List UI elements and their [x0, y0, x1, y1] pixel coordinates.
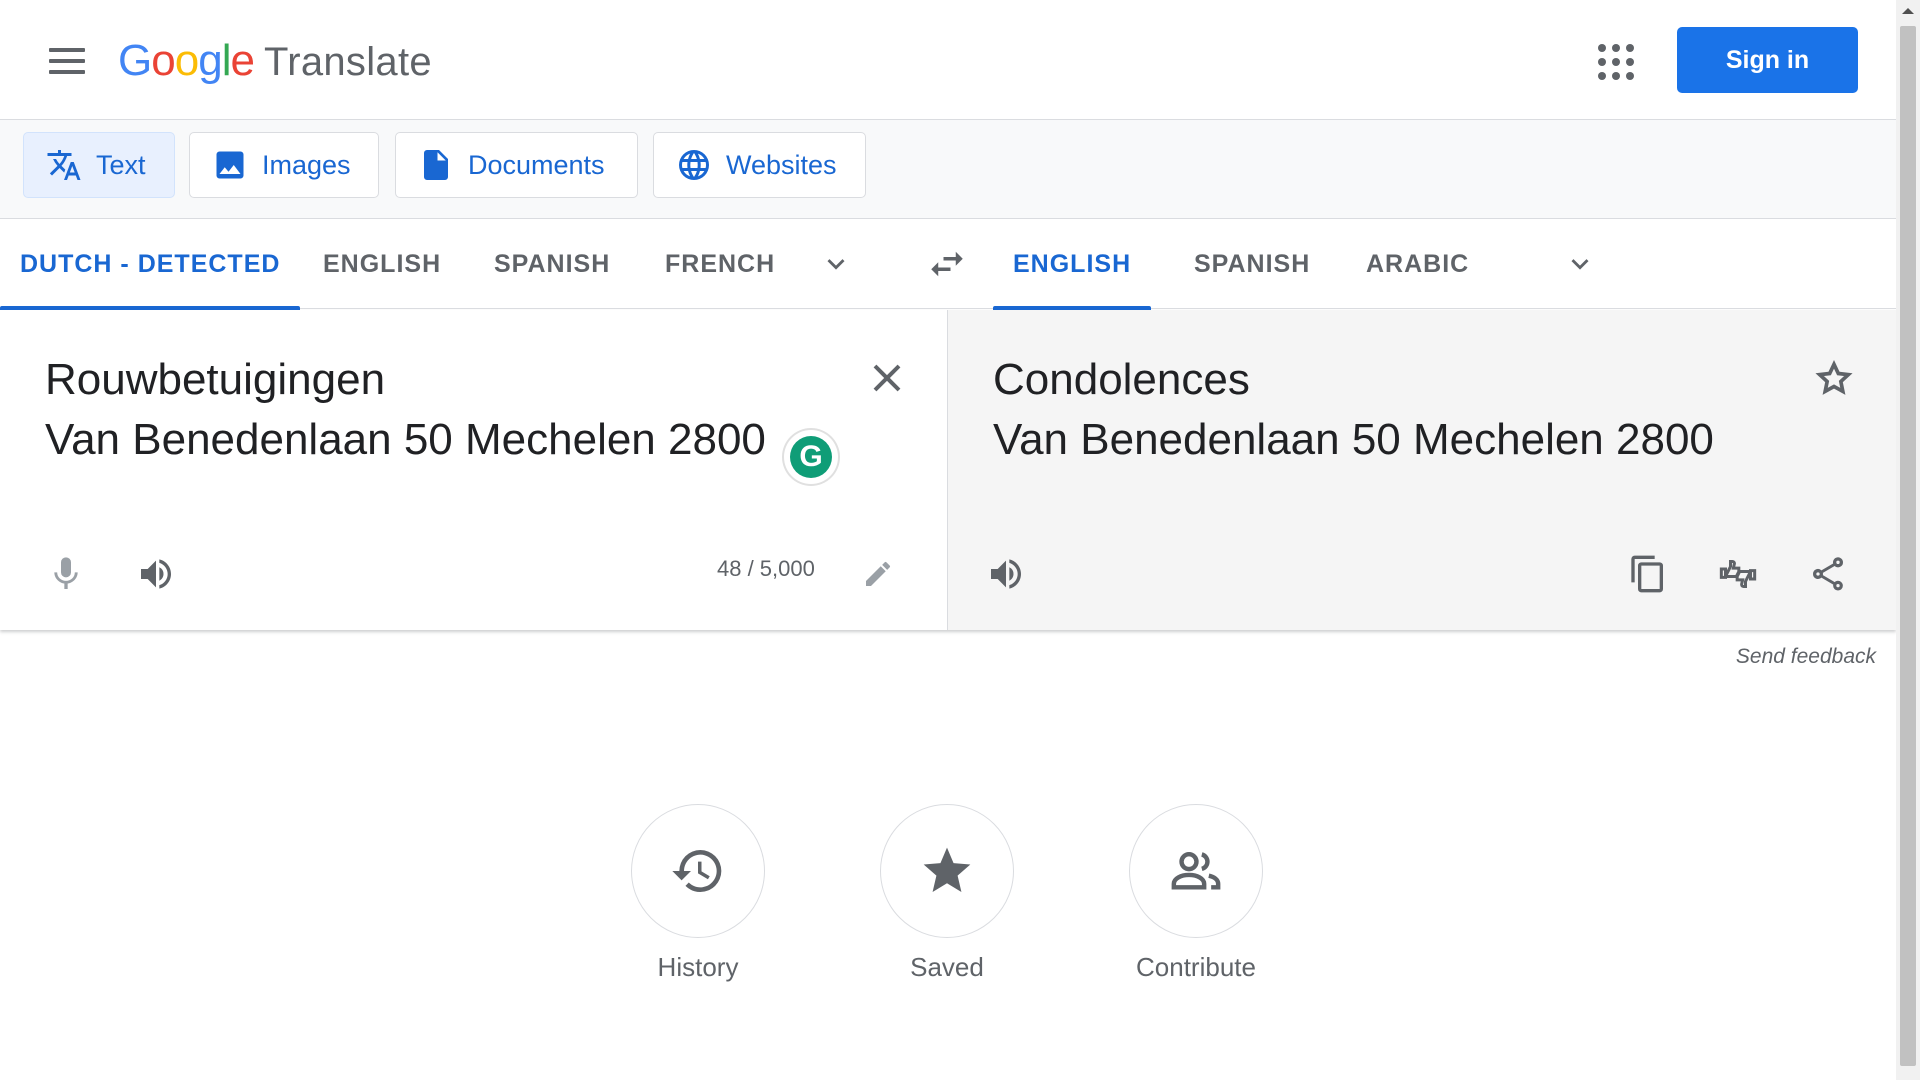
- save-translation-star-icon[interactable]: [1810, 355, 1858, 403]
- star-icon: [923, 847, 971, 892]
- tab-text[interactable]: Text: [23, 132, 175, 198]
- product-name: Translate: [263, 40, 432, 84]
- rate-translation-thumbs-icon[interactable]: [1714, 550, 1762, 598]
- tab-websites-label: Websites: [726, 149, 837, 180]
- language-bar: DUTCH - DETECTED ENGLISH SPANISH FRENCH …: [0, 219, 1896, 310]
- mode-tabs: Text Images Documents Websites: [0, 120, 1896, 219]
- google-wordmark: Google: [118, 36, 255, 85]
- main-menu-icon[interactable]: [42, 40, 92, 82]
- source-lang-french[interactable]: FRENCH: [645, 219, 795, 309]
- saved-circle: [880, 804, 1014, 938]
- people-icon: [1171, 851, 1221, 890]
- google-translate-logo[interactable]: Google Translate: [118, 36, 432, 86]
- top-header: Google Translate Sign in: [0, 0, 1896, 120]
- contribute-button[interactable]: Contribute: [1128, 804, 1264, 983]
- grammarly-icon[interactable]: G: [784, 430, 838, 484]
- target-lang-arabic[interactable]: ARABIC: [1346, 219, 1489, 309]
- contribute-label: Contribute: [1136, 952, 1256, 982]
- history-label: History: [657, 952, 739, 982]
- copy-translation-icon[interactable]: [1624, 550, 1672, 598]
- tab-images[interactable]: Images: [189, 132, 379, 198]
- tab-documents[interactable]: Documents: [395, 132, 638, 198]
- history-button[interactable]: History: [630, 804, 766, 983]
- contribute-circle: [1129, 804, 1263, 938]
- source-lang-detected[interactable]: DUTCH - DETECTED: [0, 219, 301, 310]
- tab-text-label: Text: [96, 149, 146, 180]
- history-circle: [631, 804, 765, 938]
- translate-page: Google Translate Sign in Text Images Doc…: [0, 0, 1896, 1080]
- target-pane: Condolences Van Benedenlaan 50 Mechelen …: [948, 310, 1896, 630]
- edit-pencil-icon[interactable]: [854, 550, 902, 598]
- target-lang-english[interactable]: ENGLISH: [993, 219, 1152, 310]
- document-icon: [424, 150, 448, 180]
- google-apps-icon[interactable]: [1598, 44, 1634, 80]
- source-lang-english[interactable]: ENGLISH: [303, 219, 461, 309]
- listen-source-speaker-icon[interactable]: [132, 550, 180, 598]
- source-pane: Rouwbetuigingen Van Benedenlaan 50 Meche…: [0, 310, 948, 630]
- vertical-scrollbar[interactable]: [1896, 0, 1920, 1080]
- tab-images-label: Images: [262, 149, 351, 180]
- history-icon: [672, 850, 722, 893]
- target-lang-spanish[interactable]: SPANISH: [1174, 219, 1330, 309]
- translation-panes: Rouwbetuigingen Van Benedenlaan 50 Meche…: [0, 310, 1896, 630]
- target-more-languages-chevron-down-icon[interactable]: [1563, 247, 1597, 281]
- translated-text: Condolences Van Benedenlaan 50 Mechelen …: [993, 355, 1714, 464]
- character-count: 48 / 5,000: [717, 556, 815, 581]
- source-text-input[interactable]: Rouwbetuigingen Van Benedenlaan 50 Meche…: [45, 350, 766, 470]
- tab-websites[interactable]: Websites: [653, 132, 866, 198]
- listen-translation-speaker-icon[interactable]: [982, 550, 1030, 598]
- source-more-languages-chevron-down-icon[interactable]: [819, 247, 853, 281]
- translate-icon: [47, 150, 81, 180]
- scroll-up-arrow-icon[interactable]: [1896, 0, 1920, 22]
- send-feedback-link[interactable]: Send feedback: [1620, 645, 1876, 669]
- saved-button[interactable]: Saved: [879, 804, 1015, 983]
- tab-documents-label: Documents: [468, 149, 605, 180]
- globe-icon: [679, 150, 709, 180]
- microphone-icon[interactable]: [42, 550, 90, 598]
- sign-in-button[interactable]: Sign in: [1677, 27, 1858, 93]
- swap-languages-icon[interactable]: [924, 243, 970, 285]
- source-lang-spanish[interactable]: SPANISH: [474, 219, 630, 309]
- saved-label: Saved: [910, 952, 984, 982]
- share-translation-icon[interactable]: [1804, 550, 1852, 598]
- scrollbar-thumb[interactable]: [1900, 26, 1916, 1066]
- clear-source-close-icon[interactable]: [866, 357, 908, 399]
- image-icon: [216, 151, 244, 179]
